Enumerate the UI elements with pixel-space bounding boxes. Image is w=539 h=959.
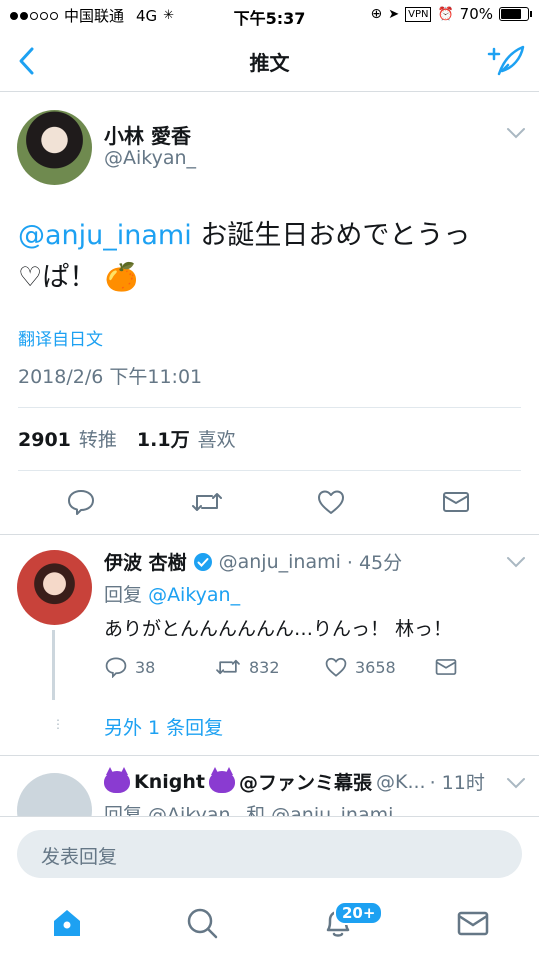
reply-action-bar: 38 832 3658 bbox=[104, 656, 504, 686]
like-button[interactable] bbox=[316, 488, 346, 520]
tweet-text: @anju_inami お誕生日おめでとうっ ♡ぱ！ 🍊 bbox=[18, 215, 518, 299]
reply-to-prefix: 回复 bbox=[104, 584, 143, 606]
reply-input[interactable]: 发表回复 bbox=[17, 830, 522, 878]
next-reply-author-name-suffix[interactable]: @ファンミ幕張 bbox=[239, 768, 372, 795]
messages-icon bbox=[457, 911, 489, 936]
reply-to-line: 回复 @Aikyan_ bbox=[104, 580, 240, 607]
retweet-label[interactable]: 转推 bbox=[79, 425, 117, 452]
divider bbox=[0, 755, 539, 756]
smiling-imp-emoji-icon bbox=[104, 766, 130, 793]
envelope-icon bbox=[443, 492, 469, 512]
retweet-count[interactable]: 2901 bbox=[18, 429, 71, 451]
tweet-text-line2: ♡ぱ！ 🍊 bbox=[18, 262, 139, 293]
battery-percent: 70% bbox=[459, 5, 493, 23]
reply-reply-button[interactable]: 38 bbox=[104, 656, 155, 678]
tab-messages[interactable] bbox=[456, 906, 490, 944]
reply-retweet-count: 832 bbox=[249, 657, 280, 677]
reply-header: 伊波 杏樹 @anju_inami · 45分 bbox=[104, 548, 402, 575]
tweet-action-bar bbox=[0, 470, 539, 534]
rotation-lock-icon: ⊕ bbox=[370, 6, 383, 22]
search-icon bbox=[187, 908, 218, 939]
reply-to-handle[interactable]: @Aikyan_ bbox=[148, 584, 240, 606]
next-reply-header: Knight @ファンミ幕張 @K... · 11时 bbox=[104, 766, 485, 795]
reply-icon bbox=[68, 490, 94, 515]
reply-dm-button[interactable] bbox=[434, 656, 458, 678]
reply-text: ありがとんんんんんん…りんっ！ 林っ！ bbox=[104, 618, 453, 640]
heart-icon bbox=[318, 490, 344, 514]
retweet-button[interactable] bbox=[190, 488, 224, 520]
reply-composer-bar: 发表回复 bbox=[0, 816, 539, 892]
page-title: 推文 bbox=[249, 51, 290, 75]
thread-dots: ⋮ bbox=[52, 717, 64, 731]
divider bbox=[18, 407, 521, 408]
vpn-badge: VPN bbox=[405, 6, 432, 22]
like-count[interactable]: 1.1万 bbox=[137, 425, 190, 452]
next-reply-to-line: 回复 @Aikyan_ 和 @anju_inami bbox=[104, 804, 394, 816]
next-reply-handle[interactable]: @K... bbox=[376, 771, 426, 793]
compose-button[interactable] bbox=[487, 44, 525, 82]
tab-search[interactable] bbox=[185, 906, 219, 944]
chevron-down-icon[interactable] bbox=[506, 126, 526, 140]
chevron-down-icon[interactable] bbox=[506, 776, 526, 790]
location-icon: ➤ bbox=[388, 6, 400, 22]
retweet-icon bbox=[192, 493, 222, 511]
tweet-timestamp: 2018/2/6 下午11:01 bbox=[18, 366, 203, 388]
envelope-icon bbox=[435, 659, 457, 675]
tweet-mention-link[interactable]: @anju_inami bbox=[18, 220, 192, 251]
tweet-text-line1: お誕生日おめでとうっ bbox=[191, 220, 471, 251]
tab-home[interactable] bbox=[50, 906, 84, 944]
reply-author-handle[interactable]: @anju_inami bbox=[219, 551, 341, 573]
alarm-icon: ⏰ bbox=[437, 6, 454, 22]
more-replies-link[interactable]: 另外 1 条回复 bbox=[104, 713, 223, 740]
reply-icon bbox=[105, 657, 127, 678]
smiling-imp-emoji-icon bbox=[208, 766, 235, 793]
chevron-down-icon[interactable] bbox=[506, 555, 526, 569]
reply-time: · 45分 bbox=[346, 552, 403, 574]
status-bar: 中国联通 4G ✳ 下午5:37 ⊕ ➤ VPN ⏰ 70% bbox=[0, 0, 539, 30]
tweet-stats: 2901 转推 1.1万 喜欢 bbox=[18, 425, 248, 452]
reply-author-avatar[interactable] bbox=[17, 550, 92, 625]
reply-button[interactable] bbox=[66, 488, 96, 520]
author-handle[interactable]: @Aikyan_ bbox=[104, 147, 196, 169]
next-reply-time: · 11时 bbox=[429, 772, 485, 794]
battery-icon bbox=[499, 7, 532, 21]
compose-tweet-icon bbox=[487, 45, 525, 76]
author-name[interactable]: 小林 愛香 bbox=[104, 120, 191, 149]
translate-link[interactable]: 翻译自日文 bbox=[18, 325, 103, 350]
reply-like-count: 3658 bbox=[355, 657, 396, 677]
tab-bar bbox=[0, 892, 539, 959]
reply-retweet-button[interactable]: 832 bbox=[214, 656, 280, 678]
divider bbox=[0, 534, 539, 535]
verified-badge-icon bbox=[193, 552, 212, 571]
home-icon bbox=[54, 910, 80, 936]
reply-like-button[interactable]: 3658 bbox=[324, 656, 396, 678]
author-avatar[interactable] bbox=[17, 110, 92, 185]
like-label[interactable]: 喜欢 bbox=[198, 425, 236, 452]
notifications-badge: 20+ bbox=[334, 901, 384, 925]
retweet-icon bbox=[216, 659, 240, 675]
thread-line bbox=[52, 630, 55, 700]
heart-icon bbox=[325, 657, 347, 677]
reply-author-name[interactable]: 伊波 杏樹 bbox=[104, 548, 187, 575]
nav-bar: 推文 bbox=[0, 30, 539, 92]
share-dm-button[interactable] bbox=[441, 488, 471, 520]
next-reply-author-name[interactable]: Knight bbox=[134, 771, 205, 793]
reply-reply-count: 38 bbox=[135, 657, 156, 677]
